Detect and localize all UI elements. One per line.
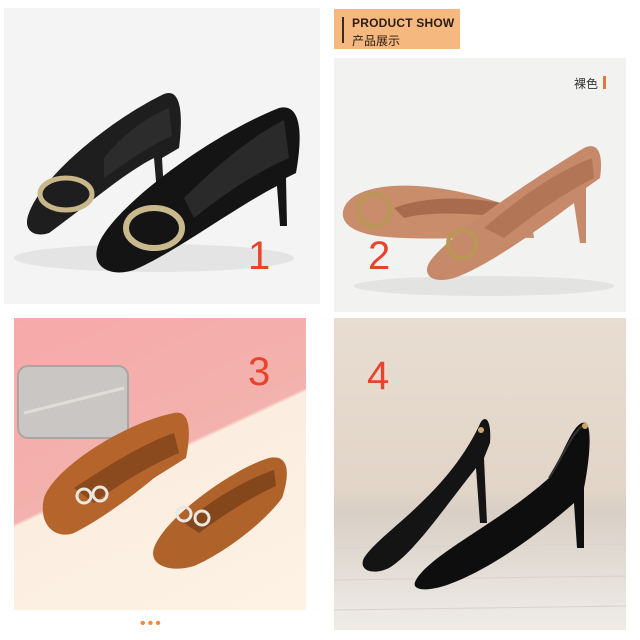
- header-accent-bar: [342, 17, 344, 43]
- product-show-header: PRODUCT SHOW 产品展示: [334, 9, 460, 49]
- carousel-dots[interactable]: •••: [140, 615, 163, 633]
- header-title-en: PRODUCT SHOW: [352, 16, 455, 30]
- product-number-4: 4: [367, 354, 390, 398]
- header-title-cn: 产品展示: [352, 34, 401, 48]
- product-number-3: 3: [248, 350, 271, 394]
- black-suede-pumps-image: [14, 92, 300, 273]
- product-photo-1[interactable]: [4, 8, 320, 304]
- color-label-accent: [603, 76, 606, 89]
- product-number-1: 1: [248, 234, 271, 278]
- color-label-nude: 裸色: [574, 77, 599, 91]
- product-number-2: 2: [368, 234, 391, 278]
